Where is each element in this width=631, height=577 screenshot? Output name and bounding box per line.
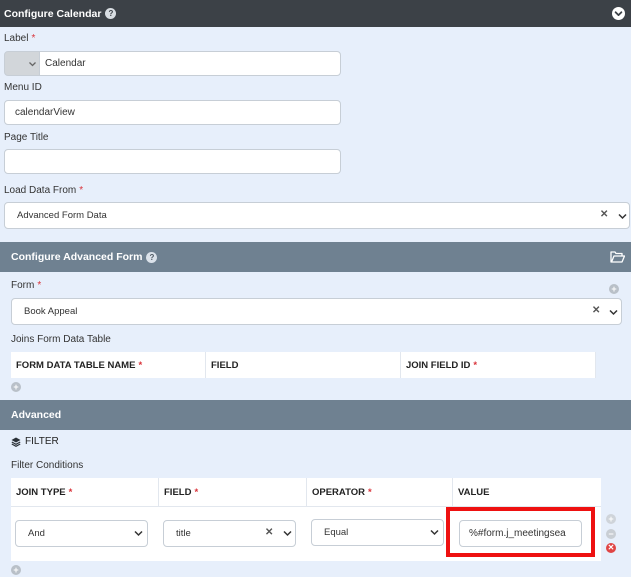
advanced-header[interactable]: Advanced <box>0 400 631 430</box>
menu-id-label: Menu ID <box>4 82 42 93</box>
joins-column-header-field: FIELD <box>206 352 401 378</box>
chevron-down-icon[interactable] <box>608 307 620 319</box>
form-label: Form * <box>11 280 42 291</box>
form-select[interactable]: Book Appeal ✕ <box>11 298 622 325</box>
page-title-label: Page Title <box>4 132 49 143</box>
chevron-down-icon <box>282 528 294 540</box>
label-icon-picker[interactable] <box>4 51 40 76</box>
chevron-down-icon <box>133 528 145 540</box>
configure-calendar-title: Configure Calendar <box>4 7 102 20</box>
join-type-select[interactable]: And <box>15 520 148 547</box>
clear-icon[interactable]: ✕ <box>600 209 608 220</box>
load-data-from-select[interactable]: Advanced Form Data ✕ <box>4 202 630 229</box>
field-select[interactable]: title ✕ <box>163 520 296 547</box>
chevron-down-icon <box>28 60 37 71</box>
add-filter-icon[interactable]: + <box>11 565 21 575</box>
advanced-title: Advanced <box>11 409 62 421</box>
chevron-down-circle-icon[interactable] <box>612 7 625 20</box>
configure-advanced-form-header[interactable]: Configure Advanced Form ? <box>0 242 631 272</box>
joins-column-header-join-field-id: JOIN FIELD ID * <box>401 352 596 378</box>
help-icon[interactable]: ? <box>146 251 158 263</box>
clear-icon[interactable]: ✕ <box>265 527 273 538</box>
delete-condition-icon[interactable]: ✕ <box>606 543 616 553</box>
clear-icon[interactable]: ✕ <box>592 305 600 316</box>
label-field-label: Label * <box>4 33 36 44</box>
joins-form-data-table-label: Joins Form Data Table <box>11 334 111 345</box>
add-join-icon[interactable]: + <box>11 382 21 392</box>
remove-condition-icon[interactable]: − <box>606 529 616 539</box>
filter-heading: FILTER <box>11 436 59 447</box>
help-icon[interactable]: ? <box>105 8 117 19</box>
load-data-from-label: Load Data From * <box>4 185 84 196</box>
filter-column-header-field: FIELD * <box>159 478 307 506</box>
folder-open-icon[interactable] <box>610 251 626 266</box>
layers-icon <box>11 437 21 447</box>
filter-column-header-join-type: JOIN TYPE * <box>11 478 159 506</box>
label-input[interactable]: Calendar <box>39 51 341 76</box>
page-title-input[interactable] <box>4 149 341 174</box>
filter-conditions-label: Filter Conditions <box>11 460 84 471</box>
configure-advanced-form-title: Configure Advanced Form <box>11 251 143 263</box>
chevron-down-icon <box>429 527 441 539</box>
operator-select[interactable]: Equal <box>311 519 444 546</box>
filter-column-header-operator: OPERATOR * <box>307 478 453 506</box>
value-input[interactable]: %#form.j_meetingsea <box>459 520 582 547</box>
filter-column-header-value: VALUE <box>453 478 601 506</box>
joins-column-header-form-data-table-name: FORM DATA TABLE NAME * <box>11 352 206 378</box>
add-form-icon[interactable]: + <box>609 284 619 294</box>
chevron-down-icon[interactable] <box>617 211 629 223</box>
configure-calendar-header[interactable]: Configure Calendar ? <box>0 0 631 27</box>
menu-id-input[interactable]: calendarView <box>4 100 341 125</box>
add-condition-icon[interactable]: + <box>606 514 616 524</box>
